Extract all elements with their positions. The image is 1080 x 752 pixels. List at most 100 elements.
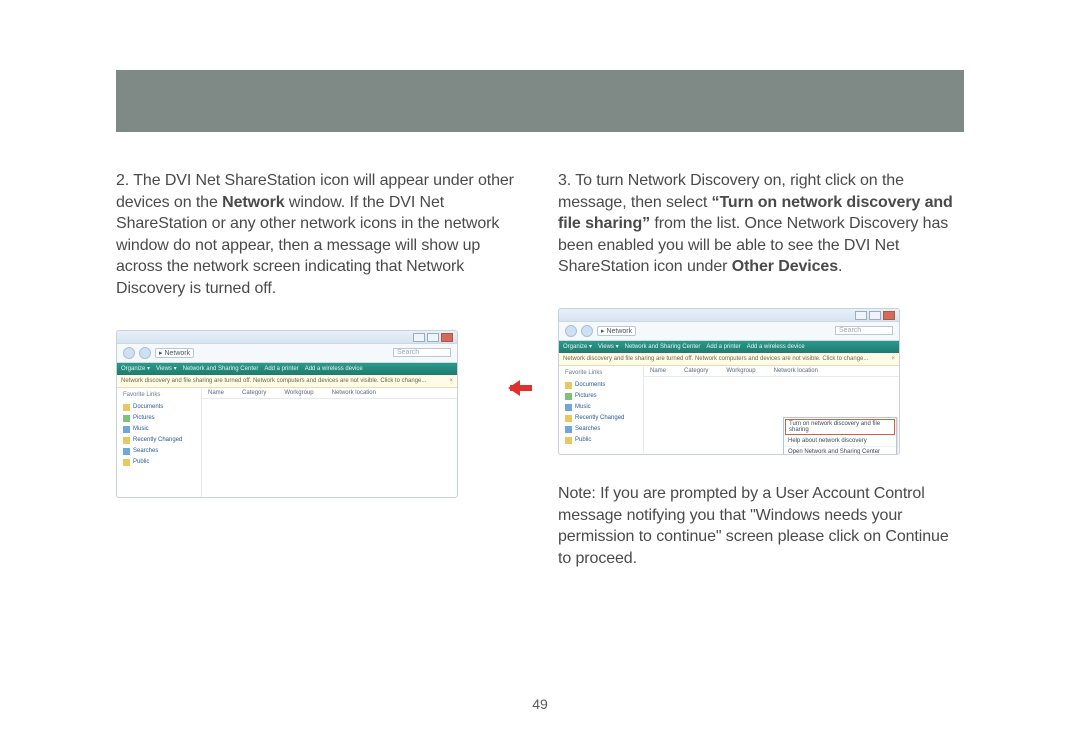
fav-music-label: Music [133, 426, 149, 432]
header-bar [116, 70, 964, 132]
screenshot-1-wrap: ▸ Network Search Organize ▾ Views ▾ Netw… [116, 330, 522, 498]
breadcrumb-text: Network [606, 328, 632, 335]
toolbar-add-printer[interactable]: Add a printer [706, 344, 740, 350]
list-header: Name Category Workgroup Network location [644, 366, 899, 377]
fav-public-label: Public [133, 459, 149, 465]
screenshot-1: ▸ Network Search Organize ▾ Views ▾ Netw… [116, 330, 458, 498]
folder-icon [123, 415, 130, 422]
fav-public-label: Public [575, 437, 591, 443]
toolbar-add-wireless[interactable]: Add a wireless device [747, 344, 805, 350]
toolbar: Organize ▾ Views ▾ Network and Sharing C… [559, 341, 899, 353]
close-button[interactable] [883, 311, 895, 320]
info-bar-close-icon[interactable]: × [891, 356, 895, 362]
col-workgroup[interactable]: Workgroup [726, 368, 755, 374]
toolbar-views[interactable]: Views ▾ [598, 343, 619, 350]
close-button[interactable] [441, 333, 453, 342]
fav-searches[interactable]: Searches [123, 448, 195, 455]
favorites-title: Favorite Links [565, 370, 637, 376]
left-column: 2. The DVI Net ShareStation icon will ap… [116, 170, 522, 585]
fav-pictures-label: Pictures [133, 415, 155, 421]
folder-icon [123, 426, 130, 433]
fav-documents[interactable]: Documents [123, 404, 195, 411]
fav-pictures[interactable]: Pictures [565, 393, 637, 400]
info-bar-text: Network discovery and file sharing are t… [121, 378, 426, 384]
menu-open-nsc[interactable]: Open Network and Sharing Center [784, 447, 896, 455]
folder-icon [123, 448, 130, 455]
search-input[interactable]: Search [393, 348, 451, 357]
menu-turn-on-discovery[interactable]: Turn on network discovery and file shari… [785, 419, 895, 435]
fav-recently-changed[interactable]: Recently Changed [565, 415, 637, 422]
window-controls [413, 333, 453, 342]
col-name[interactable]: Name [650, 368, 666, 374]
info-bar-close-icon[interactable]: × [449, 378, 453, 384]
toolbar-add-wireless[interactable]: Add a wireless device [305, 366, 363, 372]
col-workgroup[interactable]: Workgroup [284, 390, 313, 396]
address-bar: ▸ Network Search [559, 322, 899, 341]
page-number: 49 [0, 696, 1080, 712]
step-3-post: . [838, 258, 842, 275]
fav-searches-label: Searches [575, 426, 600, 432]
right-column: 3. To turn Network Discovery on, right c… [558, 170, 964, 585]
folder-icon [123, 437, 130, 444]
forward-button[interactable] [139, 347, 151, 359]
minimize-button[interactable] [855, 311, 867, 320]
folder-icon [123, 459, 130, 466]
info-bar[interactable]: Network discovery and file sharing are t… [559, 353, 899, 366]
fav-public[interactable]: Public [123, 459, 195, 466]
fav-pictures[interactable]: Pictures [123, 415, 195, 422]
toolbar-add-printer[interactable]: Add a printer [264, 366, 298, 372]
folder-icon [565, 437, 572, 444]
window-titlebar [117, 331, 457, 344]
fav-documents-label: Documents [133, 404, 163, 410]
search-input[interactable]: Search [835, 326, 893, 335]
step-3-bold-other-devices: Other Devices [732, 258, 838, 275]
address-bar: ▸ Network Search [117, 344, 457, 363]
back-button[interactable] [123, 347, 135, 359]
toolbar-organize[interactable]: Organize ▾ [121, 365, 150, 372]
maximize-button[interactable] [427, 333, 439, 342]
col-network-location[interactable]: Network location [774, 368, 818, 374]
folder-icon [565, 415, 572, 422]
list-header: Name Category Workgroup Network location [202, 388, 457, 399]
fav-documents[interactable]: Documents [565, 382, 637, 389]
info-bar[interactable]: Network discovery and file sharing are t… [117, 375, 457, 388]
forward-button[interactable] [581, 325, 593, 337]
toolbar-organize[interactable]: Organize ▾ [563, 343, 592, 350]
step-3-label: 3. [558, 172, 571, 189]
col-category[interactable]: Category [684, 368, 708, 374]
fav-searches[interactable]: Searches [565, 426, 637, 433]
col-network-location[interactable]: Network location [332, 390, 376, 396]
favorite-links: Favorite Links Documents Pictures Music … [117, 388, 202, 498]
minimize-button[interactable] [413, 333, 425, 342]
menu-help-discovery[interactable]: Help about network discovery [784, 436, 896, 447]
fav-music[interactable]: Music [565, 404, 637, 411]
favorites-title: Favorite Links [123, 392, 195, 398]
screenshot-2: ▸ Network Search Organize ▾ Views ▾ Netw… [558, 308, 900, 455]
breadcrumb[interactable]: ▸ Network [155, 348, 194, 358]
col-name[interactable]: Name [208, 390, 224, 396]
toolbar: Organize ▾ Views ▾ Network and Sharing C… [117, 363, 457, 375]
back-button[interactable] [565, 325, 577, 337]
fav-recently-label: Recently Changed [133, 437, 182, 443]
maximize-button[interactable] [869, 311, 881, 320]
toolbar-network-sharing-center[interactable]: Network and Sharing Center [183, 366, 259, 372]
folder-icon [565, 393, 572, 400]
window-controls [855, 311, 895, 320]
fav-music[interactable]: Music [123, 426, 195, 433]
fav-music-label: Music [575, 404, 591, 410]
list-area: Name Category Workgroup Network location… [644, 366, 899, 455]
context-menu: Turn on network discovery and file shari… [783, 417, 897, 455]
fav-pictures-label: Pictures [575, 393, 597, 399]
toolbar-views[interactable]: Views ▾ [156, 365, 177, 372]
toolbar-network-sharing-center[interactable]: Network and Sharing Center [625, 344, 701, 350]
breadcrumb[interactable]: ▸ Network [597, 326, 636, 336]
fav-recently-changed[interactable]: Recently Changed [123, 437, 195, 444]
explorer-body: Favorite Links Documents Pictures Music … [117, 388, 457, 498]
list-area: Name Category Workgroup Network location [202, 388, 457, 498]
breadcrumb-arrow-icon: ▸ [601, 328, 605, 335]
folder-icon [565, 382, 572, 389]
fav-public[interactable]: Public [565, 437, 637, 444]
screenshot-2-wrap: ▸ Network Search Organize ▾ Views ▾ Netw… [558, 308, 964, 455]
window-titlebar [559, 309, 899, 322]
col-category[interactable]: Category [242, 390, 266, 396]
